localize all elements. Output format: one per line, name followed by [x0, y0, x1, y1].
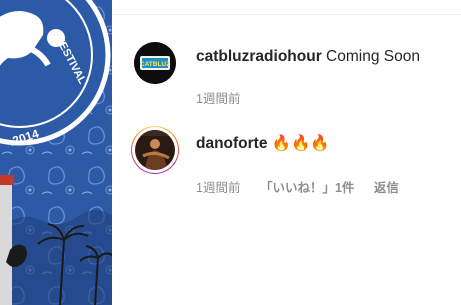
comment-username[interactable]: danoforte [196, 135, 267, 152]
comment-likes-link[interactable]: 「いいね！」1件 [260, 181, 354, 195]
festival-poster-image: FESTIVAL .2014 [0, 0, 112, 305]
avatar[interactable] [131, 126, 179, 174]
danoforte-avatar-image [135, 130, 175, 170]
comments-panel: CATBLUZ catbluzradiohour Coming Soon 1週間… [112, 0, 461, 305]
comment-username[interactable]: catbluzradiohour [196, 48, 322, 65]
avatar[interactable]: CATBLUZ [132, 40, 178, 86]
comment-meta: 1週間前 「いいね！」1件 返信 [196, 177, 415, 196]
comment-time[interactable]: 1週間前 [196, 181, 240, 195]
comment-time[interactable]: 1週間前 [196, 92, 240, 106]
divider [112, 14, 461, 15]
catbluz-avatar-image: CATBLUZ [134, 42, 176, 84]
avatar-label: CATBLUZ [140, 61, 170, 68]
post-media-image[interactable]: FESTIVAL .2014 [0, 0, 112, 305]
reply-button[interactable]: 返信 [374, 181, 399, 195]
comment-text: Coming Soon [326, 48, 420, 65]
comment-text: 🔥🔥🔥 [271, 135, 330, 152]
comment-meta: 1週間前 [196, 88, 256, 107]
